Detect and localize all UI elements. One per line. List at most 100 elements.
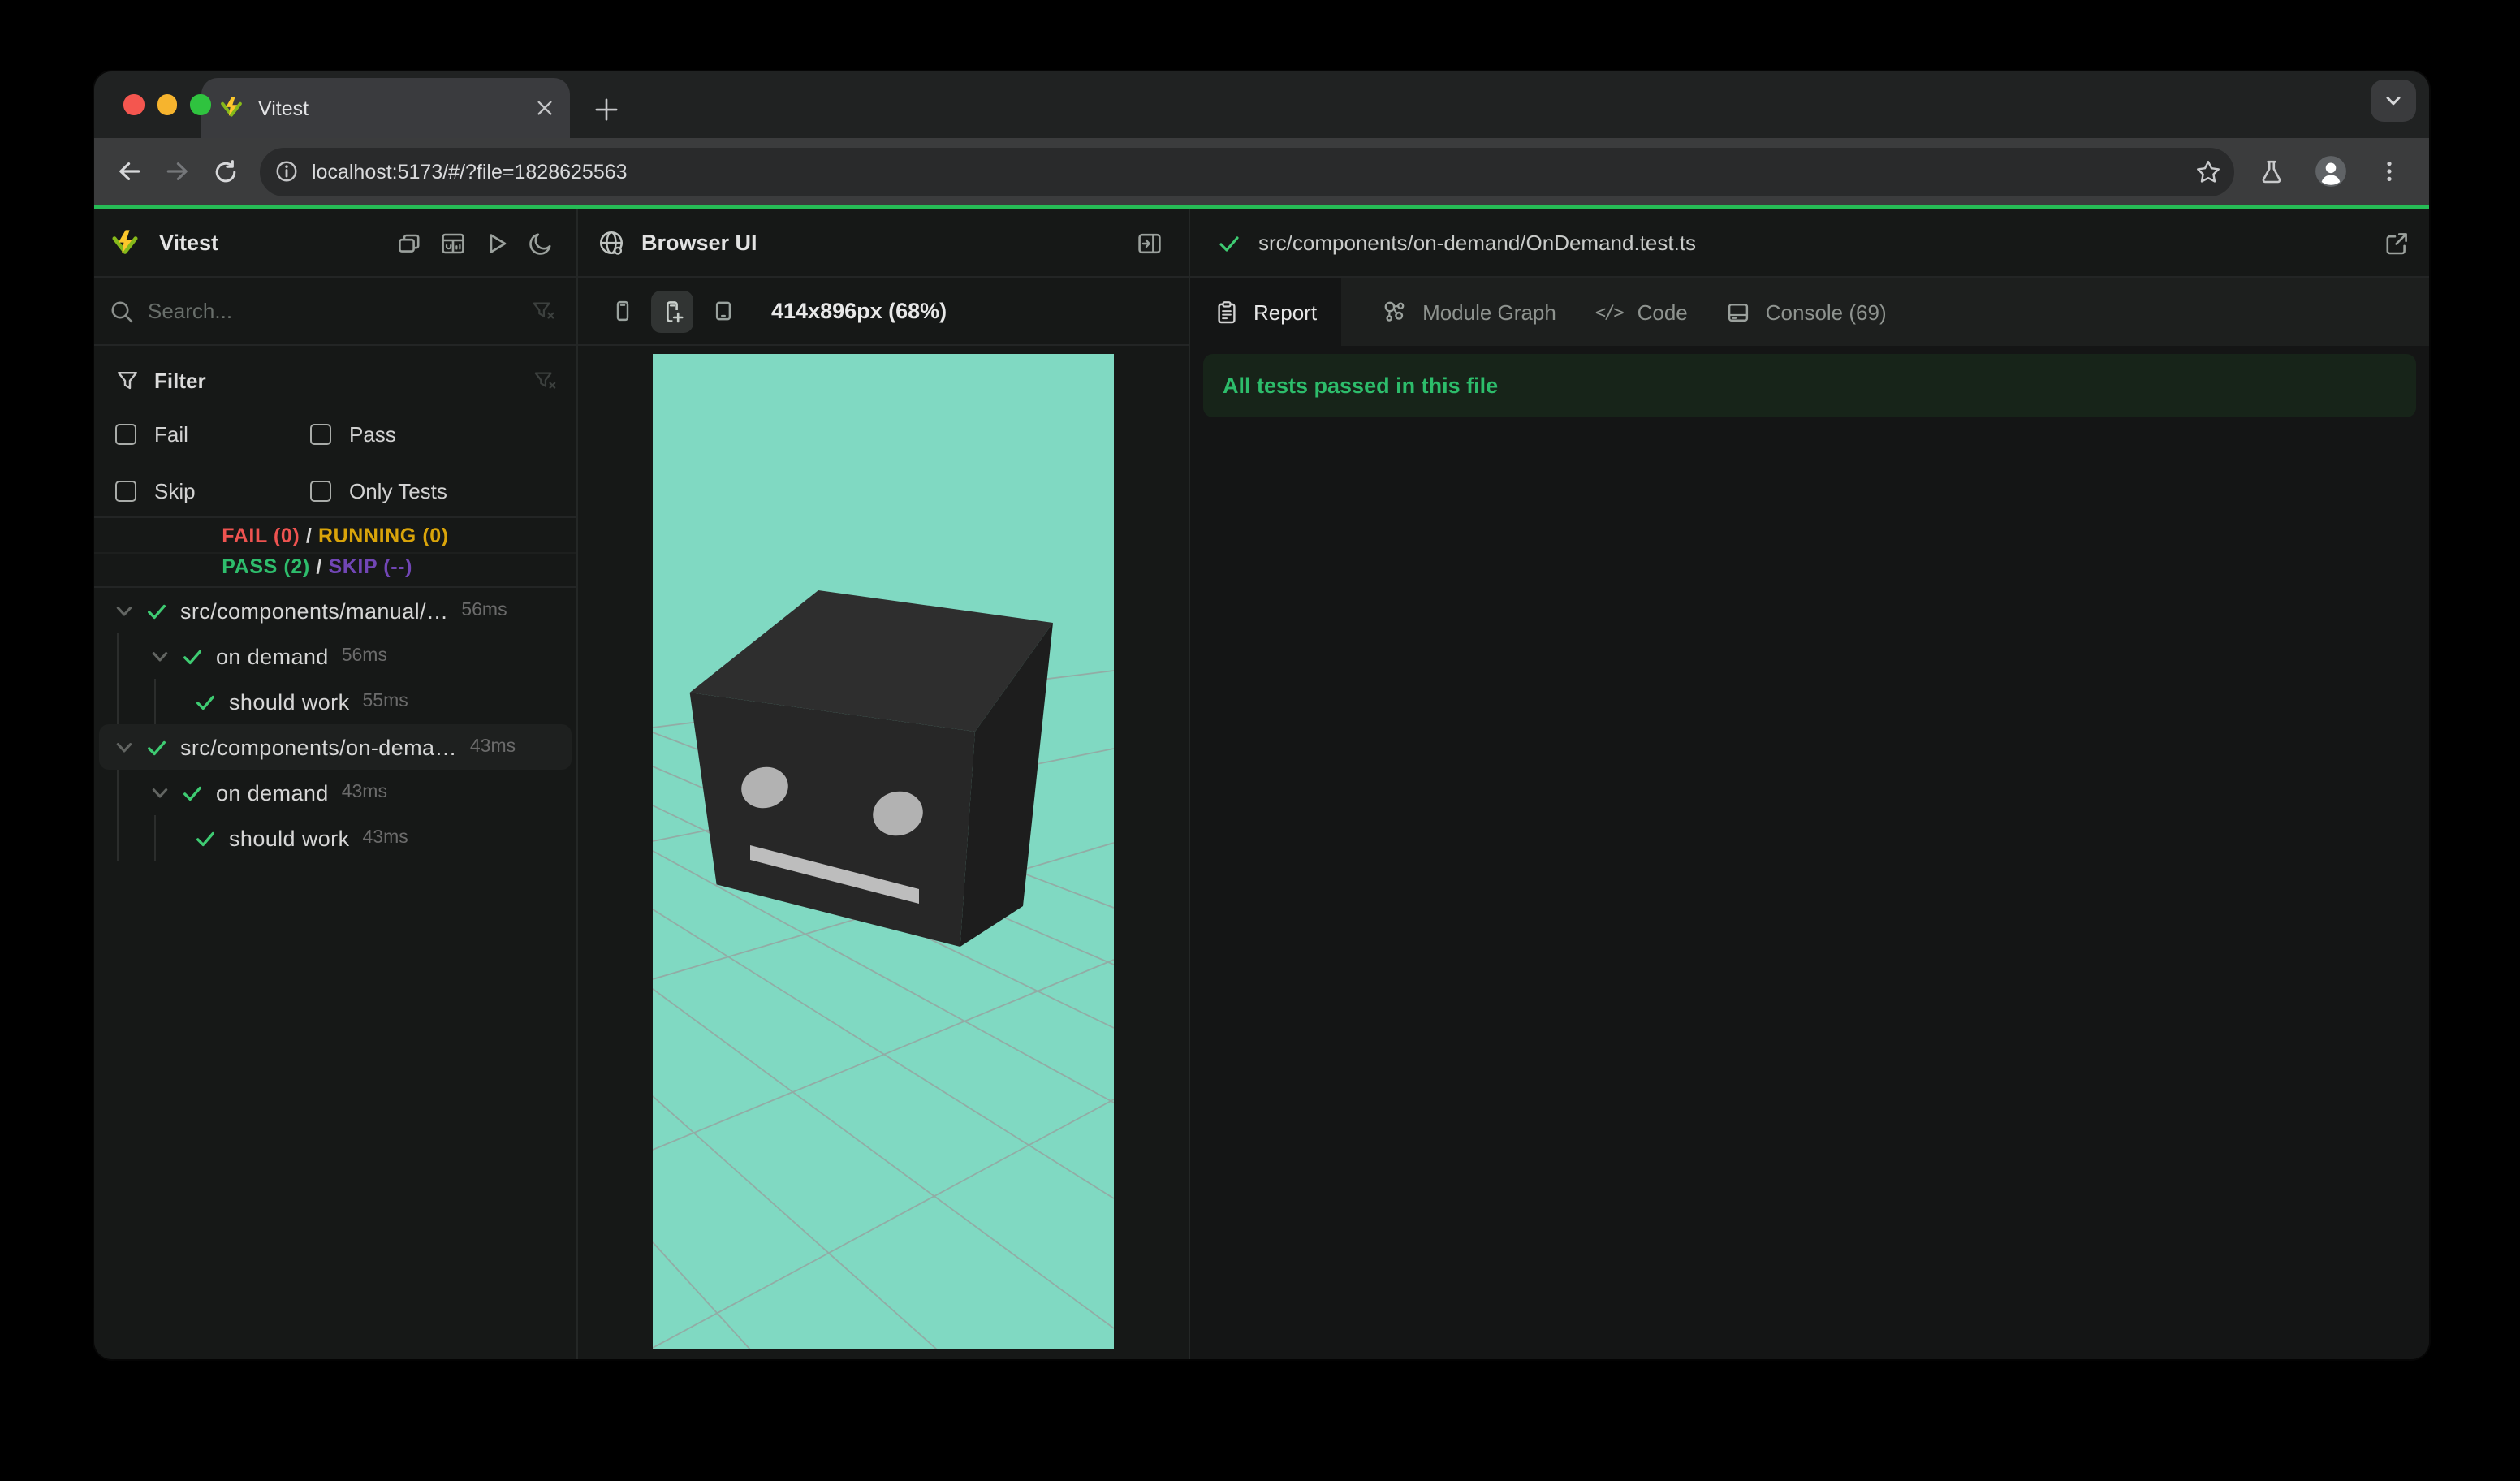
filter-option-skip[interactable]: Skip [115,463,310,520]
chevron-down-icon[interactable] [115,738,133,756]
globe-icon [598,229,625,257]
browser-panel-header: Browser UI [578,209,1189,278]
test-tree: src/components/manual/… 56ms on demand 5… [94,588,576,1359]
back-button[interactable] [104,147,153,196]
summary-line-pass-skip: PASS (2) / SKIP (--) [222,555,413,578]
screen: Vitest localhost:5173/#/?file=1828625563… [0,0,2520,1481]
app-title: Vitest [159,231,219,255]
sidebar-actions [396,230,554,256]
filter-option-pass[interactable]: Pass [310,406,557,463]
fail-checkbox[interactable] [115,424,136,445]
running-count: RUNNING (0) [317,525,449,547]
filter-option-fail[interactable]: Fail [115,406,310,463]
vitest-logo-icon [110,228,140,257]
skip-checkbox[interactable] [115,481,136,502]
toolbar-right-icons [2247,147,2413,196]
filter-panel: Filter Fail Pass Skip Only Tests [94,346,576,518]
pass-check-icon [182,646,203,667]
tab-code[interactable]: </> Code [1576,278,1707,346]
zoom-window-button[interactable] [190,94,210,114]
only-tests-checkbox[interactable] [310,481,331,502]
sidebar: Vitest Search... Filter Fail Pass Skip O… [94,209,578,1359]
clear-filter-icon[interactable] [533,368,557,392]
tested-page-viewport[interactable] [653,354,1114,1349]
toggle-panel-right-icon[interactable] [1137,230,1163,256]
clipboard-icon [1215,300,1239,324]
browser-preview-panel: Browser UI 414x896px (68%) [578,209,1190,1359]
viewport-size-label[interactable]: 414x896px (68%) [771,299,947,323]
phone-plus-icon[interactable] [651,290,693,332]
url-text[interactable]: localhost:5173/#/?file=1828625563 [312,160,2195,183]
profile-avatar[interactable] [2306,147,2354,196]
tab-title: Vitest [258,97,309,119]
pass-check-icon [146,600,167,621]
chevron-down-icon[interactable] [151,647,169,665]
pass-checkbox[interactable] [310,424,331,445]
pass-check-icon [195,827,216,848]
windows-icon[interactable] [396,230,422,256]
browser-tab[interactable]: Vitest [201,78,570,138]
window-controls [123,94,210,114]
code-icon: </> [1594,301,1625,322]
run-all-icon[interactable] [484,230,510,256]
tab-module-graph[interactable]: Module Graph [1362,278,1576,346]
tree-row-test[interactable]: should work 43ms [94,815,576,861]
chevron-down-icon[interactable] [115,602,133,620]
report-tabs: Report Module Graph </> Code Console (69… [1190,278,2429,346]
filter-option-only-tests[interactable]: Only Tests [310,463,557,520]
pass-check-icon [195,691,216,712]
tab-search-button[interactable] [2371,80,2416,122]
filter-title: Filter [154,368,206,392]
browser-panel-title: Browser UI [641,231,757,255]
dark-mode-icon[interactable] [528,230,554,256]
experiments-flask-icon[interactable] [2247,147,2296,196]
minimize-window-button[interactable] [157,94,177,114]
all-tests-passed-banner: All tests passed in this file [1203,354,2416,417]
skip-count: SKIP (--) [328,555,413,578]
vitest-ui: Vitest Search... Filter Fail Pass Skip O… [94,209,2429,1359]
test-file-path: src/components/on-demand/OnDemand.test.t… [1258,231,1697,255]
report-content: All tests passed in this file [1190,346,2429,1359]
chevron-down-icon[interactable] [151,784,169,801]
reload-button[interactable] [201,147,250,196]
tree-row-test[interactable]: should work 55ms [94,679,576,724]
device-toolbar: 414x896px (68%) [578,278,1189,346]
filter-options: Fail Pass Skip Only Tests [115,406,557,520]
address-bar[interactable]: localhost:5173/#/?file=1828625563 [260,147,2234,196]
open-external-icon[interactable] [2384,230,2410,256]
pass-count: PASS (2) [222,555,310,578]
close-window-button[interactable] [123,94,144,114]
bookmark-star-icon[interactable] [2195,158,2221,184]
forward-button[interactable] [153,147,201,196]
vitest-favicon-icon [219,96,244,120]
tree-row-file-manual[interactable]: src/components/manual/… 56ms [94,588,576,633]
filter-header: Filter [115,361,557,399]
sidebar-header: Vitest [94,209,576,278]
report-file-header: src/components/on-demand/OnDemand.test.t… [1190,209,2429,278]
site-info-icon[interactable] [274,159,299,184]
tree-row-file-on-demand[interactable]: src/components/on-dema… 43ms [99,724,572,770]
tablet-icon[interactable] [701,290,744,332]
kebab-menu-icon[interactable] [2364,147,2413,196]
tab-console[interactable]: Console (69) [1707,278,1906,346]
browser-window: Vitest localhost:5173/#/?file=1828625563… [94,71,2429,1359]
pass-check-icon [1218,231,1241,254]
browser-tab-bar: Vitest [94,71,2429,138]
module-graph-icon [1382,299,1408,325]
summary-line-fail-running: FAIL (0) / RUNNING (0) [222,525,449,547]
tab-report[interactable]: Report [1190,278,1342,346]
phone-icon[interactable] [601,290,643,332]
dashboard-icon[interactable] [440,230,466,256]
test-summary: FAIL (0) / RUNNING (0) PASS (2) / SKIP (… [94,518,576,588]
browser-toolbar: localhost:5173/#/?file=1828625563 [94,138,2429,205]
fail-count: FAIL (0) [222,525,300,547]
tree-row-suite[interactable]: on demand 43ms [94,770,576,815]
clear-search-filter-icon[interactable] [531,299,555,323]
new-tab-button[interactable] [583,86,628,132]
search-icon [109,298,135,324]
funnel-icon [115,368,140,392]
search-input[interactable] [148,299,518,323]
close-tab-icon[interactable] [536,99,554,117]
preview-area [578,346,1189,1359]
tree-row-suite[interactable]: on demand 56ms [94,633,576,679]
